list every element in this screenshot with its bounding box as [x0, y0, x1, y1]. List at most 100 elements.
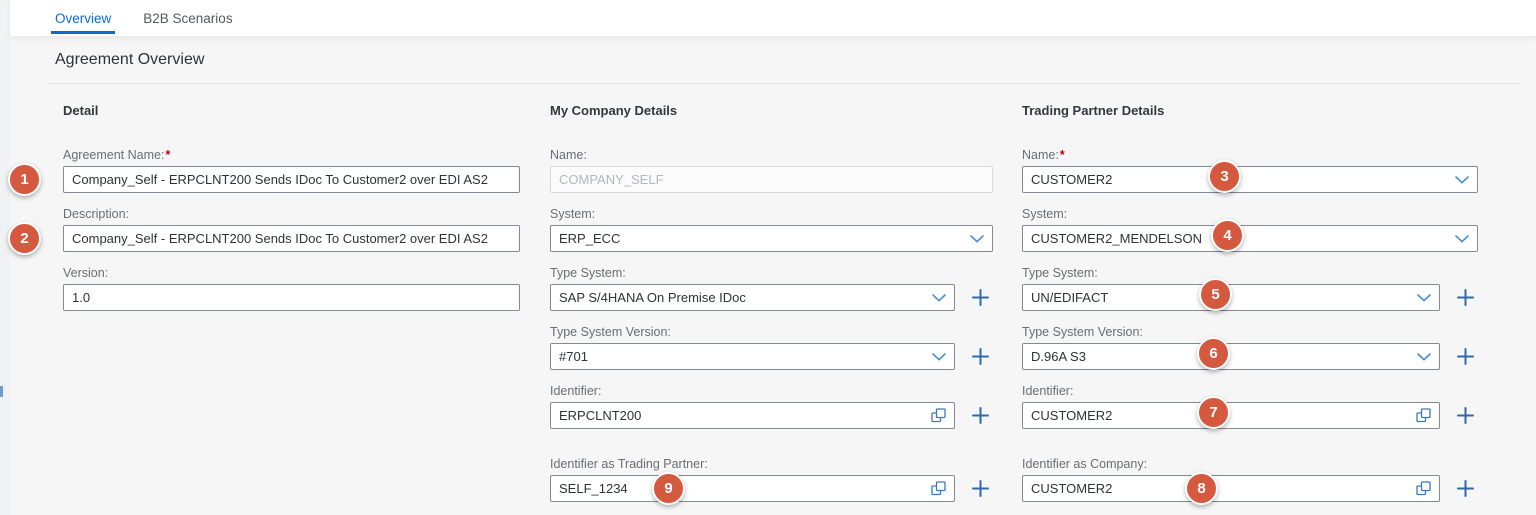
agreement-name-input-field[interactable] [72, 172, 511, 187]
company-name-label: Name: [550, 148, 587, 162]
partner-heading: Trading Partner Details [1022, 103, 1165, 118]
left-edge-strip [0, 0, 10, 515]
field-company-type-system: Type System: SAP S/4HANA On Premise IDoc [550, 265, 993, 311]
agreement-overview-screen: Overview B2B Scenarios Agreement Overvie… [0, 0, 1536, 515]
add-partner-identifier-button[interactable] [1452, 402, 1478, 429]
plus-icon [971, 407, 989, 424]
company-system-select[interactable]: ERP_ECC [550, 225, 993, 252]
company-type-system-version-label: Type System Version: [550, 325, 671, 339]
field-partner-system: System: CUSTOMER2_MENDELSON 4 [1022, 206, 1478, 252]
identifier-as-trading-partner-input-field[interactable] [559, 481, 925, 496]
plus-icon [1456, 348, 1474, 365]
annotation-badge-2: 2 [8, 222, 41, 255]
required-marker: * [1059, 148, 1065, 162]
company-name-input [550, 166, 993, 193]
field-agreement-name: Agreement Name:* 1 [8, 147, 520, 196]
detail-heading: Detail [63, 103, 99, 118]
detail-column: Detail Agreement Name:* 1 Description: [8, 103, 520, 324]
tab-overview-label: Overview [55, 10, 112, 26]
chevron-down-icon[interactable] [1417, 293, 1431, 302]
copy-icon[interactable] [1416, 481, 1431, 496]
field-company-identifier: Identifier: [550, 383, 993, 429]
company-type-system-select[interactable]: SAP S/4HANA On Premise IDoc [550, 284, 955, 311]
company-identifier-input-field[interactable] [559, 408, 925, 423]
version-label: Version: [63, 266, 109, 280]
annotation-badge-7: 7 [1197, 396, 1230, 429]
copy-icon[interactable] [1416, 408, 1431, 423]
company-identifier-label: Identifier: [550, 384, 602, 398]
partner-identifier-input[interactable] [1022, 402, 1440, 429]
chevron-down-icon[interactable] [970, 234, 984, 243]
version-input-field[interactable] [72, 290, 511, 305]
field-identifier-as-trading-partner: Identifier as Trading Partner: 9 [550, 456, 993, 505]
partner-system-select[interactable]: CUSTOMER2_MENDELSON [1022, 225, 1478, 252]
add-identifier-as-company-button[interactable] [1452, 475, 1478, 502]
description-input[interactable] [63, 225, 520, 252]
partner-type-system-version-label: Type System Version: [1022, 325, 1143, 339]
tab-b2b-scenarios[interactable]: B2B Scenarios [133, 0, 242, 36]
field-company-system: System: ERP_ECC [550, 206, 993, 252]
plus-icon [1456, 289, 1474, 306]
chevron-down-icon[interactable] [1417, 352, 1431, 361]
chevron-down-icon[interactable] [1455, 234, 1469, 243]
chevron-down-icon[interactable] [932, 293, 946, 302]
left-edge-marker [0, 386, 3, 397]
field-partner-type-system-version: Type System Version: D.96A S3 6 [1022, 324, 1478, 370]
company-system-label: System: [550, 207, 596, 221]
plus-icon [971, 480, 989, 497]
annotation-badge-6: 6 [1197, 337, 1230, 370]
annotation-badge-1: 1 [8, 163, 41, 196]
company-heading: My Company Details [550, 103, 678, 118]
copy-icon[interactable] [931, 408, 946, 423]
partner-column: Trading Partner Details Name:* CUSTOMER2… [1022, 103, 1478, 515]
partner-system-label: System: [1022, 207, 1068, 221]
tab-overview[interactable]: Overview [45, 0, 121, 36]
tab-b2b-scenarios-label: B2B Scenarios [143, 10, 233, 26]
add-partner-type-system-version-button[interactable] [1452, 343, 1478, 370]
annotation-badge-4: 4 [1211, 219, 1244, 252]
field-partner-identifier: Identifier: 7 [1022, 383, 1478, 429]
company-column: My Company Details Name: System: ERP_ECC [550, 103, 993, 515]
plus-icon [1456, 407, 1474, 424]
agreement-name-label: Agreement Name:* [63, 148, 171, 162]
version-input[interactable] [63, 284, 520, 311]
annotation-badge-3: 3 [1208, 160, 1241, 193]
identifier-as-company-input[interactable] [1022, 475, 1440, 502]
plus-icon [971, 289, 989, 306]
company-name-input-field [559, 172, 984, 187]
add-identifier-as-trading-partner-button[interactable] [967, 475, 993, 502]
partner-name-label: Name:* [1022, 148, 1065, 162]
field-partner-type-system: Type System: UN/EDIFACT 5 [1022, 265, 1478, 311]
company-type-system-label: Type System: [550, 266, 626, 280]
add-type-system-version-button[interactable] [967, 343, 993, 370]
annotation-badge-9: 9 [652, 472, 685, 505]
page-title: Agreement Overview [55, 51, 205, 68]
plus-icon [971, 348, 989, 365]
required-marker: * [165, 148, 171, 162]
description-label: Description: [63, 207, 129, 221]
agreement-name-input[interactable] [63, 166, 520, 193]
chevron-down-icon[interactable] [932, 352, 946, 361]
field-identifier-as-company: Identifier as Company: 8 [1022, 456, 1478, 505]
content-area: Agreement Overview Detail Agreement Name… [8, 37, 1536, 515]
field-description: Description: 2 [8, 206, 520, 255]
tab-bar: Overview B2B Scenarios [10, 0, 1536, 37]
field-version: Version: [63, 265, 520, 311]
partner-identifier-label: Identifier: [1022, 384, 1074, 398]
field-partner-name: Name:* CUSTOMER2 3 [1022, 147, 1478, 193]
description-input-field[interactable] [72, 231, 511, 246]
add-type-system-button[interactable] [967, 284, 993, 311]
identifier-as-trading-partner-input[interactable] [550, 475, 955, 502]
add-partner-type-system-button[interactable] [1452, 284, 1478, 311]
company-type-system-version-select[interactable]: #701 [550, 343, 955, 370]
annotation-badge-5: 5 [1199, 278, 1232, 311]
title-divider [48, 83, 1520, 84]
copy-icon[interactable] [931, 481, 946, 496]
partner-type-system-version-select[interactable]: D.96A S3 [1022, 343, 1440, 370]
add-identifier-button[interactable] [967, 402, 993, 429]
partner-name-select[interactable]: CUSTOMER2 [1022, 166, 1478, 193]
identifier-as-company-input-field[interactable] [1031, 481, 1410, 496]
chevron-down-icon[interactable] [1455, 175, 1469, 184]
company-identifier-input[interactable] [550, 402, 955, 429]
annotation-badge-8: 8 [1185, 472, 1218, 505]
